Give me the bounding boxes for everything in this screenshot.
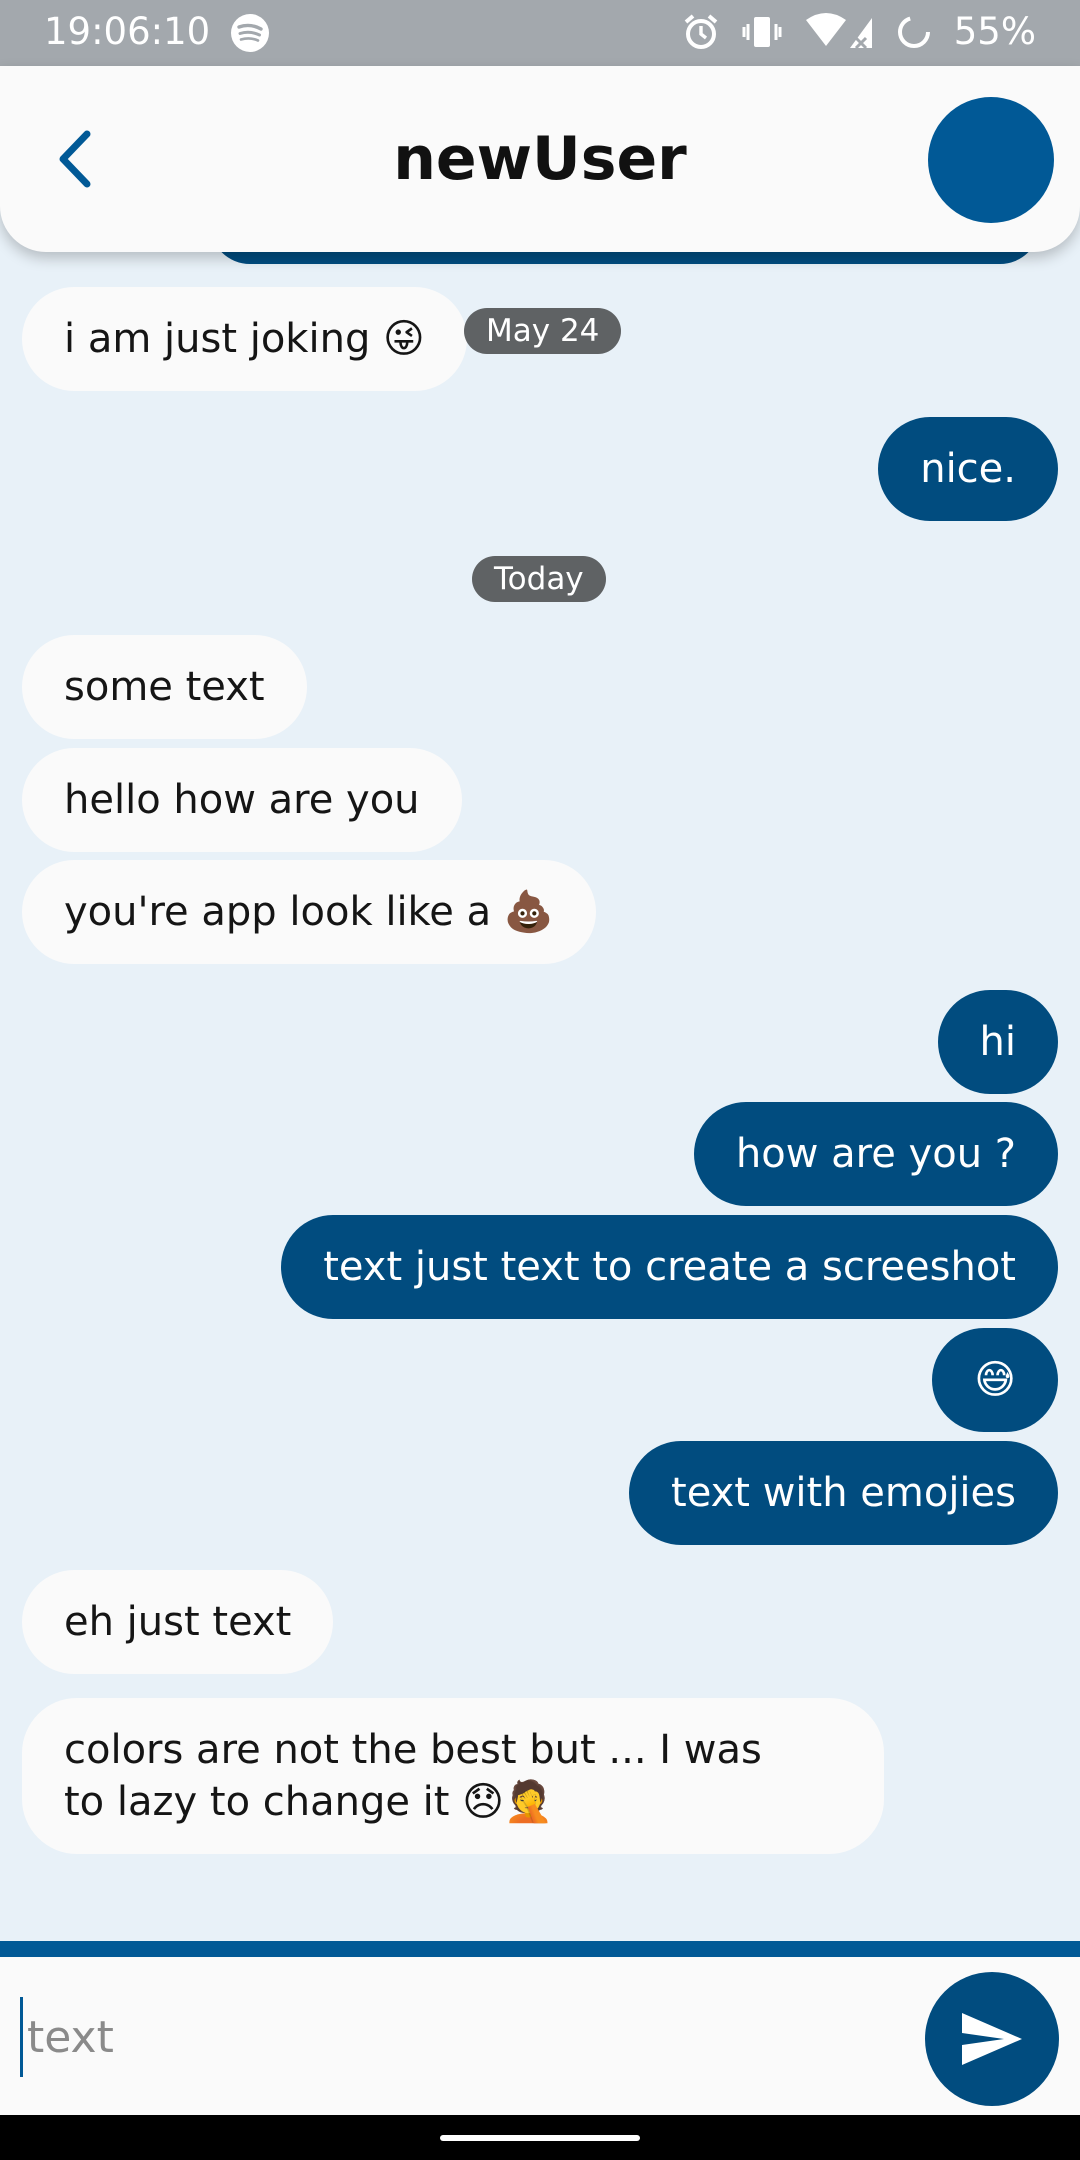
message-bubble-incoming[interactable]: i am just joking 😜 — [22, 287, 467, 391]
message-text: colors are not the best but ... I was to… — [64, 1727, 762, 1825]
message-bubble-outgoing[interactable]: how are you ? — [693, 1102, 1058, 1206]
message-bubble-incoming[interactable]: some text — [22, 635, 307, 739]
message-bubble-incoming[interactable]: you're app look like a 💩 — [22, 860, 596, 964]
poop-emoji: 💩 — [503, 889, 554, 935]
spotify-icon — [231, 14, 269, 52]
message-bubble-incoming[interactable]: colors are not the best but ... I was to… — [22, 1698, 884, 1854]
status-icons: 55% — [682, 8, 1036, 56]
message-text: i am just joking — [64, 316, 371, 362]
alarm-icon — [684, 14, 718, 49]
chat-screen: 19:06:10 55% newUser i am just joking 😜 … — [0, 0, 1080, 2160]
message-text: how are you ? — [735, 1131, 1016, 1177]
message-bubble-outgoing[interactable]: text with emojies — [629, 1441, 1058, 1545]
message-bubble-outgoing[interactable]: text just text to create a screeshot — [281, 1215, 1058, 1319]
avatar[interactable] — [928, 97, 1054, 223]
message-text: nice. — [920, 446, 1016, 492]
message-text: text with emojies — [671, 1470, 1016, 1516]
message-bubble-incoming[interactable]: eh just text — [22, 1570, 334, 1674]
message-text: text just text to create a screeshot — [323, 1244, 1016, 1290]
grinning-sweat-emoji: 😅 — [974, 1357, 1016, 1403]
chat-header: newUser — [0, 66, 1080, 252]
wifi-icon — [805, 13, 872, 50]
send-icon — [962, 2013, 1022, 2065]
message-bubble-incoming[interactable]: hello how are you — [22, 748, 462, 852]
battery-percent: 55% — [953, 10, 1036, 53]
battery-saver-icon — [897, 16, 930, 48]
message-bubble-outgoing[interactable]: nice. — [878, 417, 1058, 521]
chat-title: newUser — [393, 124, 687, 194]
input-divider — [0, 1941, 1080, 1957]
message-text: hello how are you — [64, 777, 420, 823]
disappointed-facepalm-emoji: 😞🤦 — [462, 1779, 554, 1825]
message-text: hi — [979, 1019, 1016, 1065]
vibrate-icon — [742, 17, 782, 47]
message-bubble-outgoing[interactable]: 😅 — [932, 1328, 1058, 1432]
message-text: you're app look like a — [64, 889, 492, 935]
home-indicator[interactable] — [440, 2135, 640, 2141]
send-button[interactable] — [925, 1972, 1059, 2106]
date-chip: May 24 — [464, 308, 622, 354]
message-input[interactable] — [20, 1997, 900, 2077]
winking-tongue-emoji: 😜 — [383, 316, 425, 362]
message-text: some text — [64, 664, 265, 710]
message-bubble-outgoing[interactable]: hi — [937, 990, 1058, 1094]
system-nav-bar — [0, 2115, 1080, 2160]
status-time: 19:06:10 — [44, 10, 211, 53]
date-chip: Today — [472, 556, 606, 602]
message-text: eh just text — [64, 1599, 292, 1645]
status-bar: 19:06:10 55% — [0, 0, 1080, 66]
message-composer — [0, 1957, 1080, 2115]
